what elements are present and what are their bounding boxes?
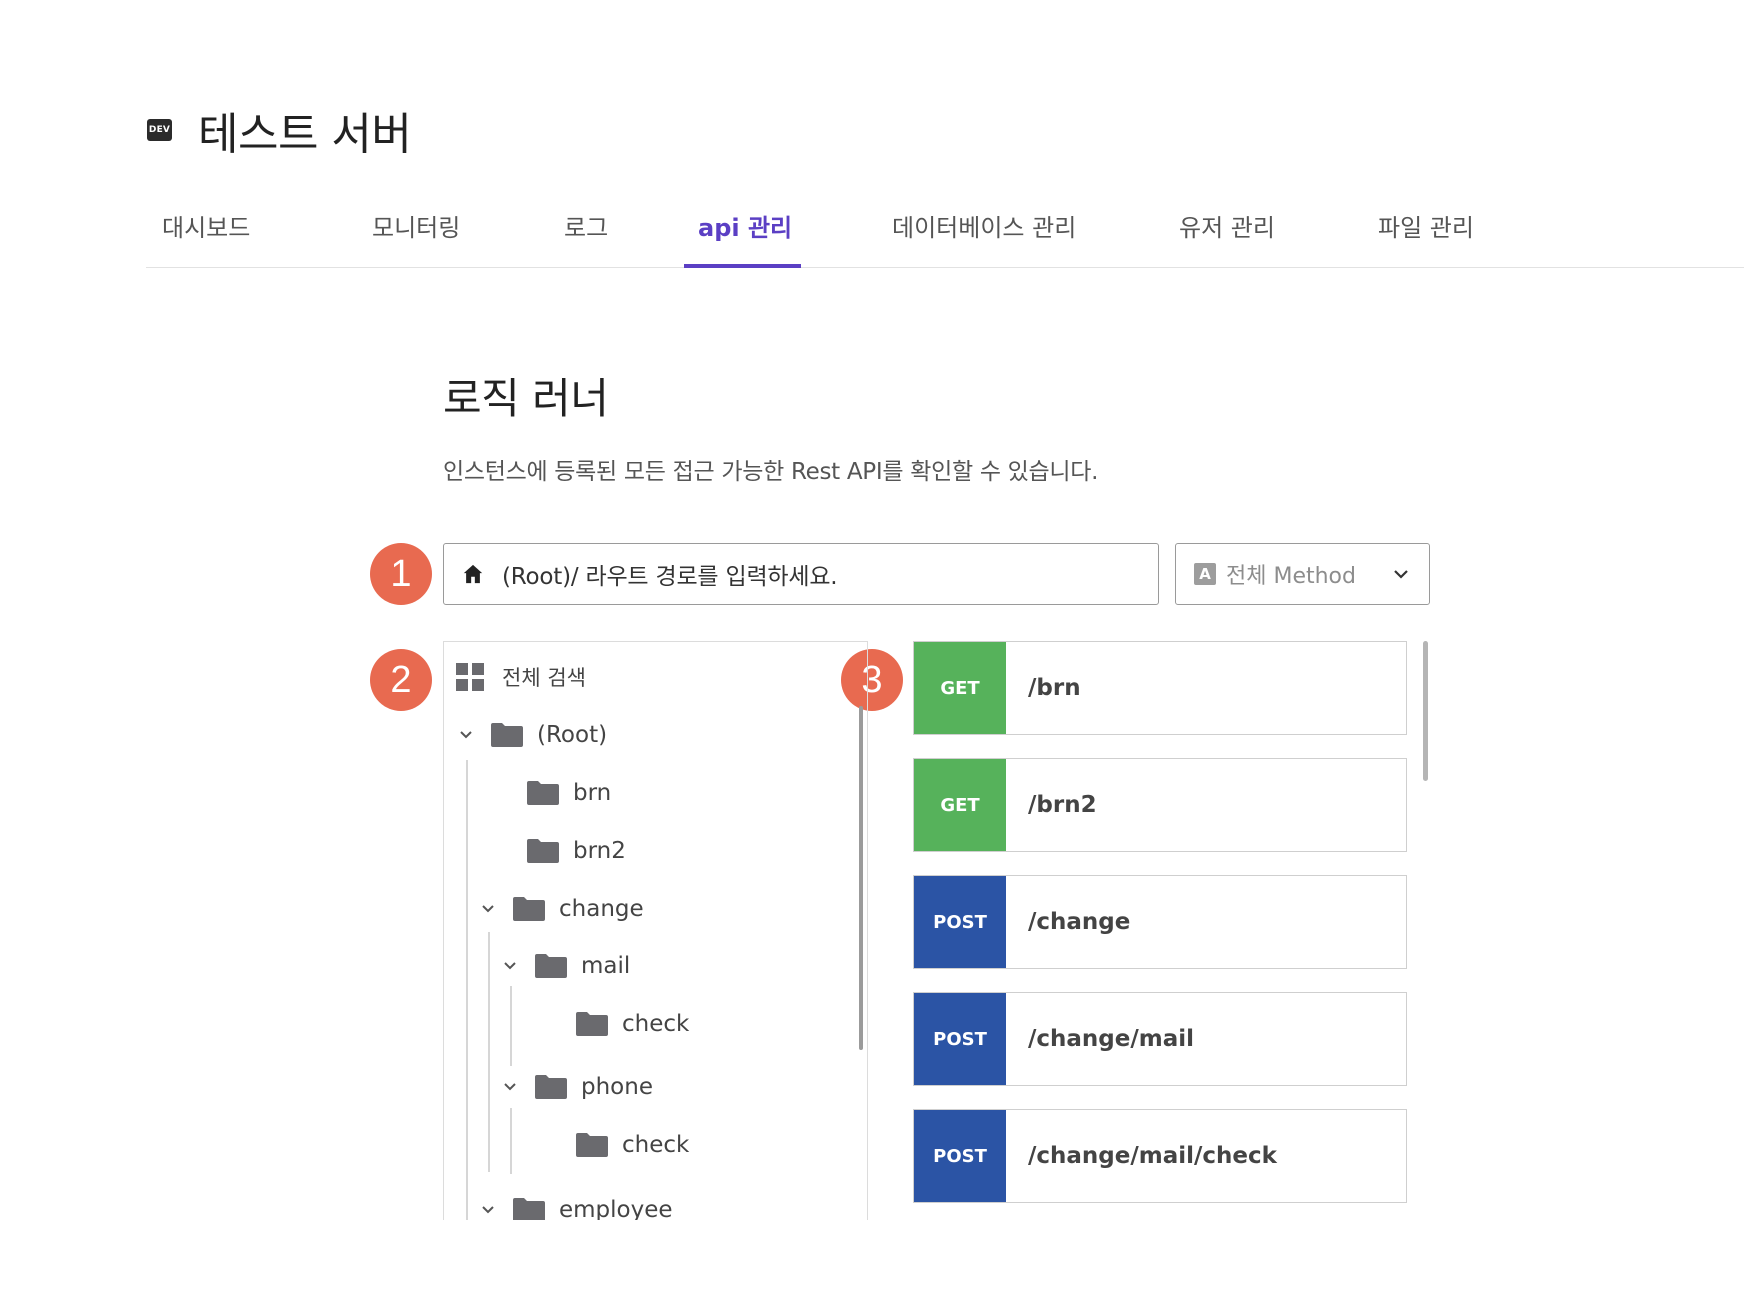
- tree-all-search[interactable]: 전체 검색: [456, 657, 586, 697]
- method-letter-icon: A: [1194, 563, 1216, 585]
- dev-badge-icon: DEV: [147, 119, 172, 141]
- tree-item-label: employee: [559, 1197, 673, 1220]
- active-tab-indicator: [684, 264, 801, 268]
- folder-icon: [491, 723, 523, 747]
- section-title: 로직 러너: [443, 374, 609, 423]
- tab-file-management[interactable]: 파일 관리: [1378, 205, 1474, 267]
- method-badge: POST: [914, 1110, 1006, 1202]
- folder-icon: [576, 1133, 608, 1157]
- chevron-down-icon: [482, 905, 494, 913]
- chevron-down-icon: [460, 731, 472, 739]
- tree-item[interactable]: check: [576, 1125, 689, 1165]
- method-badge: POST: [914, 993, 1006, 1085]
- endpoint-row[interactable]: POST /change: [913, 875, 1407, 969]
- tree-item-label: mail: [581, 953, 631, 979]
- folder-icon: [535, 1075, 567, 1099]
- folder-icon: [576, 1012, 608, 1036]
- tree-guide-line: [510, 1108, 512, 1174]
- folder-icon: [513, 897, 545, 921]
- endpoint-path: /change/mail: [1028, 1026, 1195, 1052]
- tree-item-label: (Root): [537, 722, 608, 748]
- tab-dashboard[interactable]: 대시보드: [162, 205, 250, 267]
- tree-guide-line: [488, 932, 490, 1172]
- tree-item[interactable]: employee: [481, 1190, 673, 1220]
- tree-item-label: phone: [581, 1074, 653, 1100]
- tab-user-management[interactable]: 유저 관리: [1179, 205, 1275, 267]
- tree-item-label: change: [559, 896, 644, 922]
- tree-item[interactable]: mail: [503, 946, 630, 986]
- endpoint-path: /change: [1028, 909, 1131, 935]
- tree-item[interactable]: brn: [527, 773, 611, 813]
- tree-item[interactable]: check: [576, 1004, 689, 1044]
- folder-icon: [527, 781, 559, 805]
- section-description: 인스턴스에 등록된 모든 접근 가능한 Rest API를 확인할 수 있습니다…: [443, 459, 1099, 485]
- tree-item[interactable]: brn2: [527, 831, 626, 871]
- endpoint-path: /brn2: [1028, 792, 1097, 818]
- tree-item[interactable]: change: [481, 889, 644, 929]
- endpoint-path: /change/mail/check: [1028, 1143, 1277, 1169]
- method-filter-select[interactable]: A 전체 Method: [1175, 543, 1430, 605]
- endpoint-list-scrollbar[interactable]: [1423, 641, 1428, 781]
- route-tree-panel: 전체 검색 (Root) brn brn2 change mail check …: [443, 641, 868, 1220]
- step-marker-2: 2: [370, 649, 432, 711]
- method-badge: GET: [914, 642, 1006, 734]
- tab-monitoring[interactable]: 모니터링: [372, 205, 460, 267]
- tree-guide-line: [510, 986, 512, 1066]
- endpoint-row[interactable]: POST /change/mail: [913, 992, 1407, 1086]
- tree-item[interactable]: phone: [503, 1067, 653, 1107]
- step-marker-1: 1: [370, 543, 432, 605]
- endpoint-row[interactable]: GET /brn2: [913, 758, 1407, 852]
- chevron-down-icon: [1394, 570, 1408, 579]
- tree-item[interactable]: (Root): [459, 715, 607, 755]
- tab-bar: 대시보드 모니터링 로그 api 관리 데이터베이스 관리 유저 관리 파일 관…: [146, 205, 1744, 268]
- tree-item-label: check: [622, 1132, 690, 1158]
- folder-icon: [513, 1198, 545, 1220]
- tree-all-label: 전체 검색: [502, 666, 586, 690]
- tree-guide-line: [466, 760, 468, 1220]
- folder-icon: [535, 954, 567, 978]
- tab-database-management[interactable]: 데이터베이스 관리: [892, 205, 1076, 267]
- tree-scrollbar[interactable]: [859, 706, 863, 1050]
- endpoint-row[interactable]: POST /change/mail/check: [913, 1109, 1407, 1203]
- server-header: DEV 테스트 서버: [147, 100, 412, 160]
- tree-item-label: check: [622, 1011, 690, 1037]
- chevron-down-icon: [504, 1083, 516, 1091]
- tab-api-management[interactable]: api 관리: [698, 205, 792, 267]
- grid-icon: [456, 663, 484, 691]
- endpoint-path: /brn: [1028, 675, 1081, 701]
- tree-item-label: brn: [573, 780, 612, 806]
- folder-icon: [527, 839, 559, 863]
- chevron-down-icon: [482, 1206, 494, 1214]
- method-select-value: 전체 Method: [1226, 564, 1356, 589]
- route-search-input[interactable]: (Root)/ 라우트 경로를 입력하세요.: [443, 543, 1159, 605]
- page-title: 테스트 서버: [198, 109, 412, 160]
- tab-logs[interactable]: 로그: [564, 205, 608, 267]
- chevron-down-icon: [504, 962, 516, 970]
- tree-item-label: brn2: [573, 838, 626, 864]
- method-badge: GET: [914, 759, 1006, 851]
- home-icon: [463, 564, 483, 584]
- route-input-value: (Root)/ 라우트 경로를 입력하세요.: [502, 564, 838, 590]
- endpoint-row[interactable]: GET /brn: [913, 641, 1407, 735]
- method-badge: POST: [914, 876, 1006, 968]
